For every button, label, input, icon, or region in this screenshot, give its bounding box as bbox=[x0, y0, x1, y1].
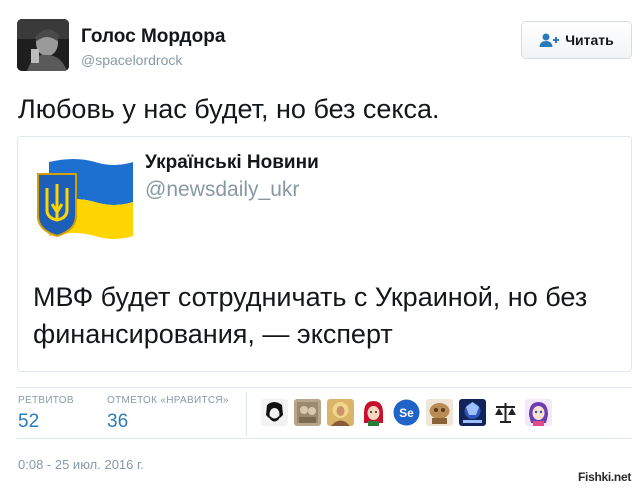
quoted-author-name[interactable]: Українські Новини bbox=[145, 152, 319, 174]
blue-emblem-avatar[interactable] bbox=[459, 399, 486, 426]
follow-button-label: Читать bbox=[565, 32, 614, 48]
se-logo-avatar[interactable]: Se bbox=[393, 399, 420, 426]
stats-divider-top bbox=[17, 387, 632, 388]
icon-painting-avatar[interactable] bbox=[327, 399, 354, 426]
tweet-timestamp[interactable]: 0:08 - 25 июл. 2016 г. bbox=[18, 457, 144, 472]
stats-separator bbox=[246, 392, 247, 436]
sepia-photo-avatar[interactable] bbox=[294, 399, 321, 426]
retweets-stat[interactable]: РЕТВИТОВ 52 bbox=[18, 395, 74, 433]
stats-divider-bottom bbox=[17, 438, 632, 439]
red-hair-cartoon-avatar[interactable] bbox=[360, 399, 387, 426]
anime-girl-avatar[interactable] bbox=[525, 399, 552, 426]
svg-text:Se: Se bbox=[399, 406, 414, 420]
author-handle[interactable]: @spacelordrock bbox=[81, 52, 182, 68]
likes-label: ОТМЕТОК «НРАВИТСЯ» bbox=[107, 395, 229, 406]
retweets-count: 52 bbox=[18, 411, 40, 432]
follow-button[interactable]: Читать bbox=[521, 21, 632, 59]
che-guevara-avatar[interactable] bbox=[261, 399, 288, 426]
quoted-tweet-card[interactable]: Українські Новини @newsdaily_ukr МВФ буд… bbox=[17, 136, 632, 372]
likers-avatar-row: Se bbox=[261, 399, 552, 426]
add-user-icon bbox=[539, 33, 560, 47]
ukraine-flag-trident-icon bbox=[35, 154, 135, 242]
watermark: Fishki.net bbox=[578, 470, 632, 484]
retweets-label: РЕТВИТОВ bbox=[18, 395, 74, 406]
author-avatar-image bbox=[17, 19, 69, 71]
toy-figure-avatar[interactable] bbox=[426, 399, 453, 426]
author-name[interactable]: Голос Мордора bbox=[81, 26, 225, 48]
tweet-text: Любовь у нас будет, но без секса. bbox=[18, 94, 440, 124]
quoted-author-handle[interactable]: @newsdaily_ukr bbox=[145, 178, 299, 202]
quoted-tweet-text: МВФ будет сотрудничать с Украиной, но бе… bbox=[33, 282, 588, 349]
likes-count: 36 bbox=[107, 411, 129, 432]
scales-of-justice-avatar[interactable] bbox=[492, 399, 519, 426]
likes-stat[interactable]: ОТМЕТОК «НРАВИТСЯ» 36 bbox=[107, 395, 229, 433]
author-avatar[interactable] bbox=[17, 19, 69, 71]
